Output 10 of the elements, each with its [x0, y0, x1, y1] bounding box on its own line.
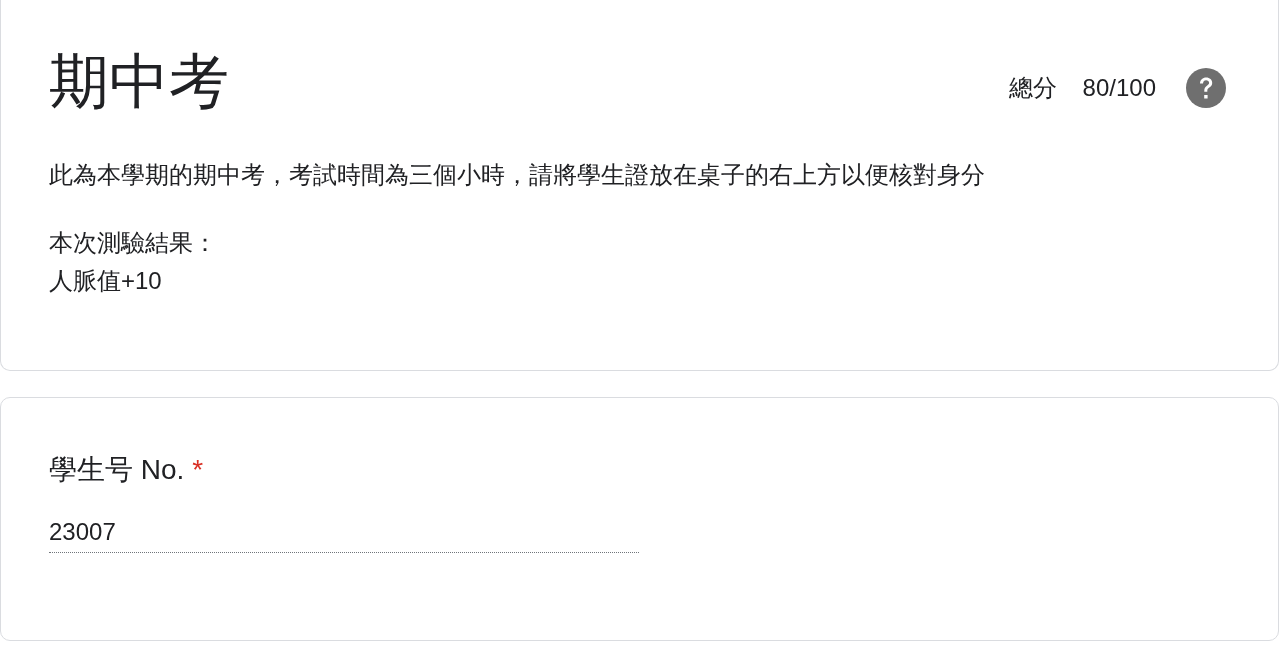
required-mark: *: [192, 453, 204, 487]
answer-field[interactable]: 23007: [49, 518, 639, 553]
question-label: 學生号 No.: [49, 453, 185, 487]
score-label: 總分: [1008, 73, 1057, 103]
score-value: 80/100: [1082, 74, 1156, 102]
form-title: 期中考: [49, 47, 229, 117]
result-text: 本次測驗結果：: [49, 228, 217, 258]
form-description: 此為本學期的期中考，考試時間為三個小時，請將學生證放在桌子的右上方以便核對身分: [49, 160, 986, 190]
result-text: 人脈值+10: [49, 266, 162, 296]
help-icon[interactable]: [1186, 68, 1226, 108]
